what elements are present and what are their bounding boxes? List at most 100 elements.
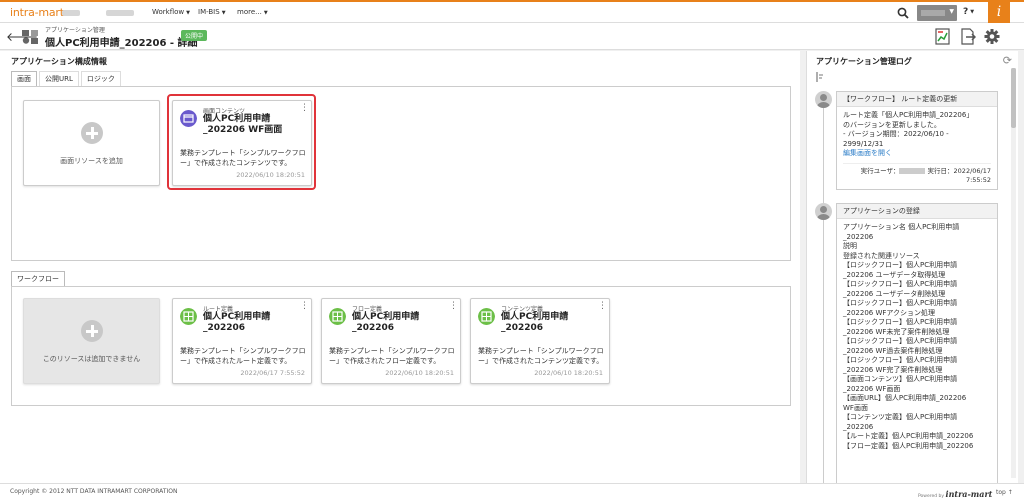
refresh-icon[interactable]: ⟳ — [1003, 54, 1012, 67]
user-avatar-icon — [815, 203, 832, 220]
log-line: _202206 — [843, 422, 874, 431]
back-to-top-link[interactable]: top ↑ — [996, 489, 1013, 496]
log-line: ルート定義「個人PC利用申請_202206」 — [843, 111, 974, 119]
log-line: - バージョン期間：2022/06/10 - — [843, 130, 949, 138]
timeline-line — [823, 95, 824, 485]
log-line: _202206 WF未完了案件削除処理 — [843, 327, 950, 336]
user-menu-button[interactable]: ▼ — [917, 5, 957, 21]
top-bar: intra-mart Workflow ▼ IM-BIS ▼ more... ▼ ▼ … — [0, 0, 1024, 23]
workflow-grid-icon — [180, 308, 197, 325]
plus-icon — [81, 320, 103, 342]
user-avatar-icon — [815, 91, 832, 108]
log-line: アプリケーション名 個人PC利用申請 — [843, 223, 960, 231]
log-line: _202206 ユーザデータ取得処理 — [843, 270, 946, 279]
executed-date: 実行日：2022/06/17 — [927, 166, 991, 175]
nav-label: more... — [237, 8, 262, 16]
highlight-frame — [167, 94, 316, 190]
log-line: 【画面コンテンツ】個人PC利用申請 — [843, 375, 958, 383]
nav-im-bis[interactable]: IM-BIS ▼ — [198, 8, 226, 16]
log-line: _202206 WF完了案件削除処理 — [843, 365, 943, 374]
caret-down-icon: ▼ — [263, 10, 268, 16]
workflow-resources-box: このリソースは追加できません ルート定義 個人PC利用申請_202206 ⋮ 業… — [11, 286, 791, 406]
intra-mart-logo[interactable]: intra-mart — [10, 6, 64, 19]
card-date: 2022/06/10 18:20:51 — [534, 369, 603, 377]
log-line: 【ロジックフロー】個人PC利用申請 — [843, 280, 958, 288]
nav-workflow[interactable]: Workflow ▼ — [152, 8, 190, 16]
tab-logic[interactable]: ロジック — [80, 71, 121, 87]
main-panel: アプリケーション構成情報 画面 公開URL ロジック 画面リソースを追加 画面コ… — [0, 51, 800, 483]
workflow-grid-icon — [329, 308, 346, 325]
card-title: 個人PC利用申請_202206 — [203, 312, 271, 333]
log-line: WF画面 — [843, 403, 868, 412]
flow-definition-card[interactable]: フロー定義 個人PC利用申請_202206 ⋮ 業務テンプレート「シンプルワーク… — [321, 298, 461, 384]
sort-icon[interactable] — [816, 72, 824, 82]
search-button[interactable] — [890, 3, 916, 23]
log-entry-title: 【ワークフロー】 ルート定義の更新 — [837, 92, 997, 107]
blurred-nav-item[interactable] — [106, 10, 134, 16]
log-line: 【ロジックフロー】個人PC利用申請 — [843, 318, 958, 326]
export-icon[interactable] — [960, 28, 976, 45]
tab-screen[interactable]: 画面 — [11, 71, 37, 87]
log-entry: 【ワークフロー】 ルート定義の更新 ルート定義「個人PC利用申請_202206」… — [836, 91, 998, 190]
more-menu-icon[interactable]: ⋮ — [598, 302, 607, 311]
scrollbar-thumb[interactable] — [1011, 68, 1016, 128]
log-line: 【ルート定義】個人PC利用申請_202206 — [843, 432, 974, 440]
search-icon — [897, 7, 909, 19]
plus-icon — [81, 122, 103, 144]
route-definition-card[interactable]: ルート定義 個人PC利用申請_202206 ⋮ 業務テンプレート「シンプルワーク… — [172, 298, 312, 384]
executed-time: 7:55:52 — [965, 175, 991, 184]
chart-report-icon[interactable] — [935, 28, 951, 45]
blurred-user-name — [899, 167, 926, 174]
executed-user-label: 実行ユーザ： — [860, 166, 900, 175]
caret-down-icon: ▼ — [186, 10, 191, 16]
card-date: 2022/06/17 7:55:52 — [240, 369, 305, 377]
log-line: 【画面URL】個人PC利用申請_202206 — [843, 394, 967, 402]
add-screen-resource-button[interactable]: 画面リソースを追加 — [23, 100, 160, 186]
nav-more[interactable]: more... ▼ — [237, 8, 268, 16]
log-line: 2999/12/31 — [843, 139, 884, 148]
log-line: 【ロジックフロー】個人PC利用申請 — [843, 356, 958, 364]
brand-text: intra-mart — [945, 489, 993, 499]
disabled-add-workflow-tile: このリソースは追加できません — [23, 298, 160, 384]
tab-workflow[interactable]: ワークフロー — [11, 271, 65, 287]
log-line: のバージョンを更新しました。 — [843, 120, 941, 129]
footer: Copyright © 2012 NTT DATA INTRAMART CORP… — [0, 483, 1024, 500]
tab-public-url[interactable]: 公開URL — [39, 71, 79, 87]
log-line: _202206 WF画面 — [843, 384, 901, 393]
log-line: 登録された関連リソース — [843, 251, 920, 260]
caret-down-icon: ▼ — [970, 9, 975, 15]
blurred-nav-item[interactable] — [62, 10, 80, 16]
log-panel-title: アプリケーション管理ログ — [816, 57, 912, 66]
page-header: 🡐 アプリケーション管理 個人PC利用申請_202206 - 詳細 公開中 — [0, 23, 1024, 50]
gear-icon[interactable] — [984, 28, 1000, 45]
log-line: 【コンテンツ定義】個人PC利用申請 — [843, 413, 958, 421]
log-line: _202206 WF過去案件削除処理 — [843, 346, 943, 355]
breadcrumb[interactable]: アプリケーション管理 — [45, 25, 105, 34]
page-title: 個人PC利用申請_202206 - 詳細 — [45, 38, 198, 49]
powered-by-text: Powered by — [918, 494, 945, 499]
log-line: _202206 — [843, 232, 874, 241]
caret-down-icon: ▼ — [221, 10, 226, 16]
log-line: _202206 WFアクション処理 — [843, 308, 936, 317]
screen-resources-box: 画面リソースを追加 画面コンテンツ 個人PC利用申請_202206 WF画面 ⋮… — [11, 86, 791, 261]
workflow-tabs: ワークフロー — [11, 271, 67, 287]
resource-tabs: 画面 公開URL ロジック — [11, 71, 123, 87]
nav-label: IM-BIS — [198, 8, 220, 16]
open-edit-screen-link[interactable]: 編集画面を開く — [843, 149, 991, 159]
more-menu-icon[interactable]: ⋮ — [300, 302, 309, 311]
card-description: 業務テンプレート「シンプルワークフロー」で作成されたコンテンツ定義です。 — [478, 347, 604, 365]
log-line: 【ロジックフロー】個人PC利用申請 — [843, 337, 958, 345]
content-definition-card[interactable]: コンテンツ定義 個人PC利用申請_202206 ⋮ 業務テンプレート「シンプルワ… — [470, 298, 610, 384]
help-menu[interactable]: ? ▼ — [963, 7, 974, 18]
i-logo-icon[interactable]: i — [988, 2, 1010, 23]
scrollbar[interactable] — [1011, 68, 1016, 478]
log-line: _202206 ユーザデータ削除処理 — [843, 289, 946, 298]
log-entry-title: アプリケーションの登録 — [837, 204, 997, 219]
log-line: 【フロー定義】個人PC利用申請_202206 — [843, 441, 974, 450]
disabled-label: このリソースは追加できません — [42, 355, 141, 363]
application-icon — [22, 30, 38, 44]
card-date: 2022/06/10 18:20:51 — [385, 369, 454, 377]
blurred-user-name — [921, 10, 945, 16]
more-menu-icon[interactable]: ⋮ — [449, 302, 458, 311]
add-label: 画面リソースを追加 — [60, 157, 123, 165]
